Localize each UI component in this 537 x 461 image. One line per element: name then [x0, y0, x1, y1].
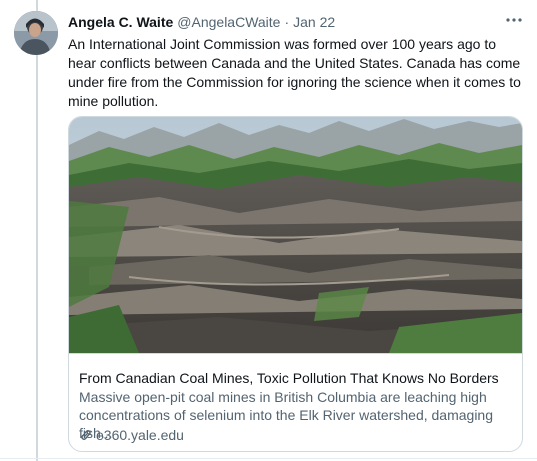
author-handle[interactable]: @AngelaCWaite — [177, 14, 280, 30]
tweet-date[interactable]: Jan 22 — [293, 14, 335, 30]
more-horizontal-icon[interactable] — [500, 9, 528, 31]
author-name[interactable]: Angela C. Waite — [68, 14, 173, 30]
tweet-container[interactable]: Angela C. Waite @AngelaCWaite · Jan 22 A… — [0, 0, 537, 461]
link-icon — [79, 428, 93, 442]
tweet-text: An International Joint Commission was fo… — [68, 36, 521, 109]
link-card[interactable]: From Canadian Coal Mines, Toxic Pollutio… — [68, 116, 523, 452]
card-domain[interactable]: e360.yale.edu — [79, 426, 184, 444]
thread-line — [36, 0, 38, 461]
tweet-header: Angela C. Waite @AngelaCWaite · Jan 22 — [68, 13, 335, 31]
card-domain-text: e360.yale.edu — [96, 427, 184, 443]
card-image[interactable] — [69, 117, 522, 353]
card-title[interactable]: From Canadian Coal Mines, Toxic Pollutio… — [79, 369, 515, 387]
avatar[interactable] — [14, 11, 58, 55]
bottom-divider — [0, 458, 537, 459]
separator-dot: · — [284, 14, 290, 30]
card-divider — [69, 353, 522, 354]
